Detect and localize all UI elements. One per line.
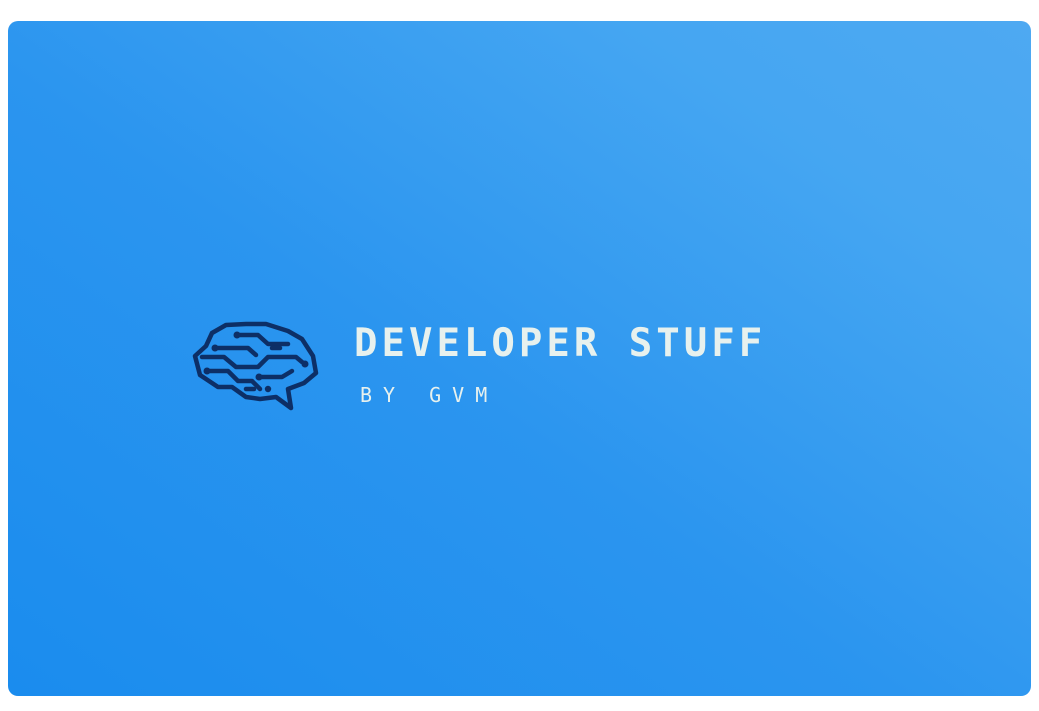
logo-title: DEVELOPER STUFF: [354, 321, 767, 366]
logo-subtitle: BY GVM: [360, 383, 499, 407]
brain-circuit-icon: [188, 301, 323, 411]
banner-card: DEVELOPER STUFF BY GVM: [8, 21, 1031, 696]
